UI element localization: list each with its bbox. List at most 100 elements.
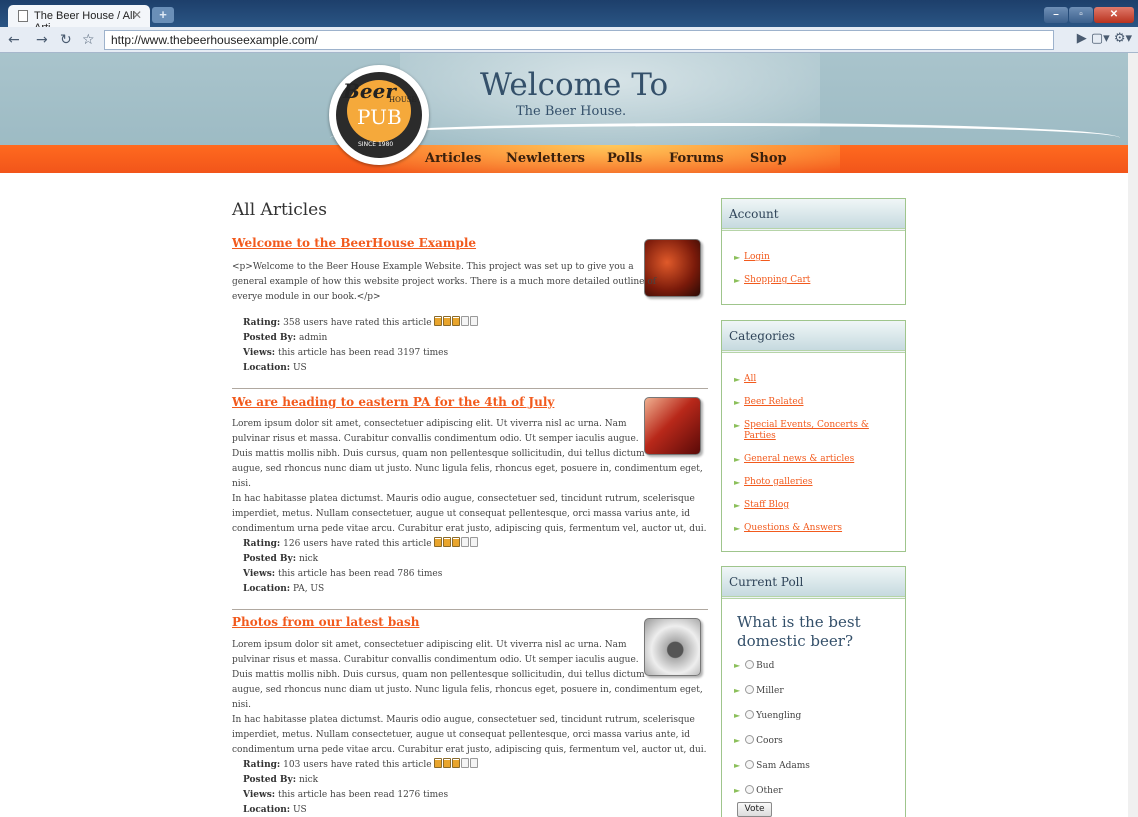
beer-mug-full-icon[interactable] — [443, 537, 452, 547]
bullet-triangle-icon: ► — [734, 686, 741, 695]
radio-button[interactable] — [745, 760, 755, 769]
beer-mug-full-icon[interactable] — [434, 316, 443, 326]
site-logo[interactable]: Beer HOUSE PUB SINCE 1980 — [329, 65, 429, 165]
back-icon[interactable]: ← — [8, 32, 20, 48]
beer-mug-full-icon[interactable] — [434, 758, 443, 768]
bullet-triangle-icon: ► — [734, 711, 741, 720]
nav-shop[interactable]: Shop — [750, 151, 787, 166]
bullet-triangle-icon: ► — [734, 786, 741, 795]
rating-mugs — [434, 537, 479, 549]
beer-mug-full-icon[interactable] — [434, 537, 443, 547]
author: nick — [298, 775, 319, 785]
radio-button[interactable] — [745, 710, 755, 719]
beer-mug-empty-icon[interactable] — [470, 316, 479, 326]
rating-mugs — [434, 758, 479, 770]
nav-articles[interactable]: Articles — [425, 151, 481, 166]
new-tab-button[interactable]: + — [152, 7, 174, 23]
views: this article has been read 1276 times — [277, 790, 449, 800]
bullet-triangle-icon: ► — [734, 661, 741, 670]
radio-button[interactable] — [745, 735, 755, 744]
page-title: All Articles — [232, 200, 327, 220]
poll-box: Current Poll What is the best domestic b… — [721, 566, 906, 817]
site-header: Beer HOUSE PUB SINCE 1980 Welcome To The… — [0, 53, 1128, 173]
browser-tab-bar: The Beer House / All Arti... ✕ + –▫✕ — [0, 0, 1138, 34]
location: US — [292, 805, 307, 815]
radio-button[interactable] — [745, 660, 755, 669]
bullet-triangle-icon: ► — [734, 736, 741, 745]
bullet-triangle-icon: ► — [734, 375, 741, 384]
article-body: Lorem ipsum dolor sit amet, consectetuer… — [232, 419, 707, 534]
scrollbar[interactable] — [1128, 53, 1138, 817]
article-divider — [232, 609, 708, 610]
article-title-link[interactable]: We are heading to eastern PA for the 4th… — [232, 395, 554, 409]
category-link-beer-related[interactable]: Beer Related — [744, 397, 894, 408]
account-box: Account ► Login ► Shopping Cart — [721, 198, 906, 305]
poll-option[interactable]: ► Yuengling — [734, 710, 801, 721]
maximize-icon[interactable]: ▫ — [1069, 7, 1093, 23]
beer-mug-full-icon[interactable] — [452, 758, 461, 768]
poll-option[interactable]: ► Coors — [734, 735, 783, 746]
beer-mug-empty-icon[interactable] — [461, 537, 470, 547]
address-bar[interactable]: http://www.thebeerhouseexample.com/ — [104, 30, 1054, 50]
article-divider — [232, 388, 708, 389]
logo-text-pub: PUB — [357, 105, 402, 129]
bookmark-star-icon[interactable]: ☆ — [82, 32, 95, 48]
main-content: All Articles Welcome to the BeerHouse Ex… — [232, 200, 708, 815]
toolbar-menu-icons[interactable]: ▶ ▢▾ ⚙▾ — [1077, 31, 1132, 46]
views: this article has been read 3197 times — [277, 348, 449, 358]
beer-mug-empty-icon[interactable] — [461, 316, 470, 326]
category-link-questions[interactable]: Questions & Answers — [744, 523, 894, 534]
close-window-icon[interactable]: ✕ — [1094, 7, 1134, 23]
beer-mug-full-icon[interactable] — [443, 316, 452, 326]
categories-box: Categories ► All ► Beer Related ► Special E… — [721, 320, 906, 552]
account-title: Account — [722, 199, 905, 231]
beer-mug-full-icon[interactable] — [452, 537, 461, 547]
nav-forums[interactable]: Forums — [669, 151, 724, 166]
logo-text-house: HOUSE — [389, 96, 417, 104]
article-meta: Rating: 358 users have rated this articl… — [243, 316, 479, 376]
shopping-cart-link[interactable]: Shopping Cart — [744, 275, 894, 286]
article-title-link[interactable]: Photos from our latest bash — [232, 615, 419, 629]
beer-mug-full-icon[interactable] — [443, 758, 452, 768]
category-link-general-news[interactable]: General news & articles — [744, 454, 894, 465]
bullet-triangle-icon: ► — [734, 276, 741, 285]
poll-question: What is the best domestic beer? — [737, 613, 861, 650]
article-meta: Rating: 126 users have rated this articl… — [243, 537, 479, 597]
article-title-link[interactable]: Welcome to the BeerHouse Example — [232, 236, 476, 250]
poll-option[interactable]: ► Bud — [734, 660, 774, 671]
close-tab-icon[interactable]: ✕ — [132, 8, 142, 22]
beer-mug-empty-icon[interactable] — [470, 758, 479, 768]
browser-tab[interactable]: The Beer House / All Arti... ✕ — [8, 5, 150, 34]
login-link[interactable]: Login — [744, 252, 894, 263]
nav-newletters[interactable]: Newletters — [506, 151, 585, 166]
category-link-photo-galleries[interactable]: Photo galleries — [744, 477, 894, 488]
page-icon — [18, 10, 28, 22]
bullet-triangle-icon: ► — [734, 455, 741, 464]
rating-text: 103 users have rated this article — [283, 760, 432, 770]
rating-text: 126 users have rated this article — [283, 539, 432, 549]
bullet-triangle-icon: ► — [734, 524, 741, 533]
rating-text: 358 users have rated this article — [283, 318, 432, 328]
article-body: <p>Welcome to the Beer House Example Web… — [232, 262, 657, 302]
reload-icon[interactable]: ↻ — [60, 32, 72, 48]
category-link-all[interactable]: All — [744, 374, 894, 385]
radio-button[interactable] — [745, 785, 755, 794]
nav-polls[interactable]: Polls — [607, 151, 642, 166]
article-meta: Rating: 103 users have rated this articl… — [243, 758, 479, 817]
beer-mug-empty-icon[interactable] — [461, 758, 470, 768]
vote-button[interactable]: Vote — [737, 802, 772, 817]
article-body: Lorem ipsum dolor sit amet, consectetuer… — [232, 640, 707, 755]
poll-option[interactable]: ► Other — [734, 785, 783, 796]
beer-mug-full-icon[interactable] — [452, 316, 461, 326]
radio-button[interactable] — [745, 685, 755, 694]
site-title: Welcome To — [480, 67, 669, 103]
beer-mug-empty-icon[interactable] — [470, 537, 479, 547]
poll-option[interactable]: ► Sam Adams — [734, 760, 810, 771]
poll-title: Current Poll — [722, 567, 905, 599]
minimize-icon[interactable]: – — [1044, 7, 1068, 23]
category-link-staff-blog[interactable]: Staff Blog — [744, 500, 894, 511]
poll-option[interactable]: ► Miller — [734, 685, 784, 696]
category-link-special-events[interactable]: Special Events, Concerts & Parties — [744, 420, 894, 442]
forward-icon[interactable]: → — [36, 32, 48, 48]
rating-mugs — [434, 316, 479, 328]
